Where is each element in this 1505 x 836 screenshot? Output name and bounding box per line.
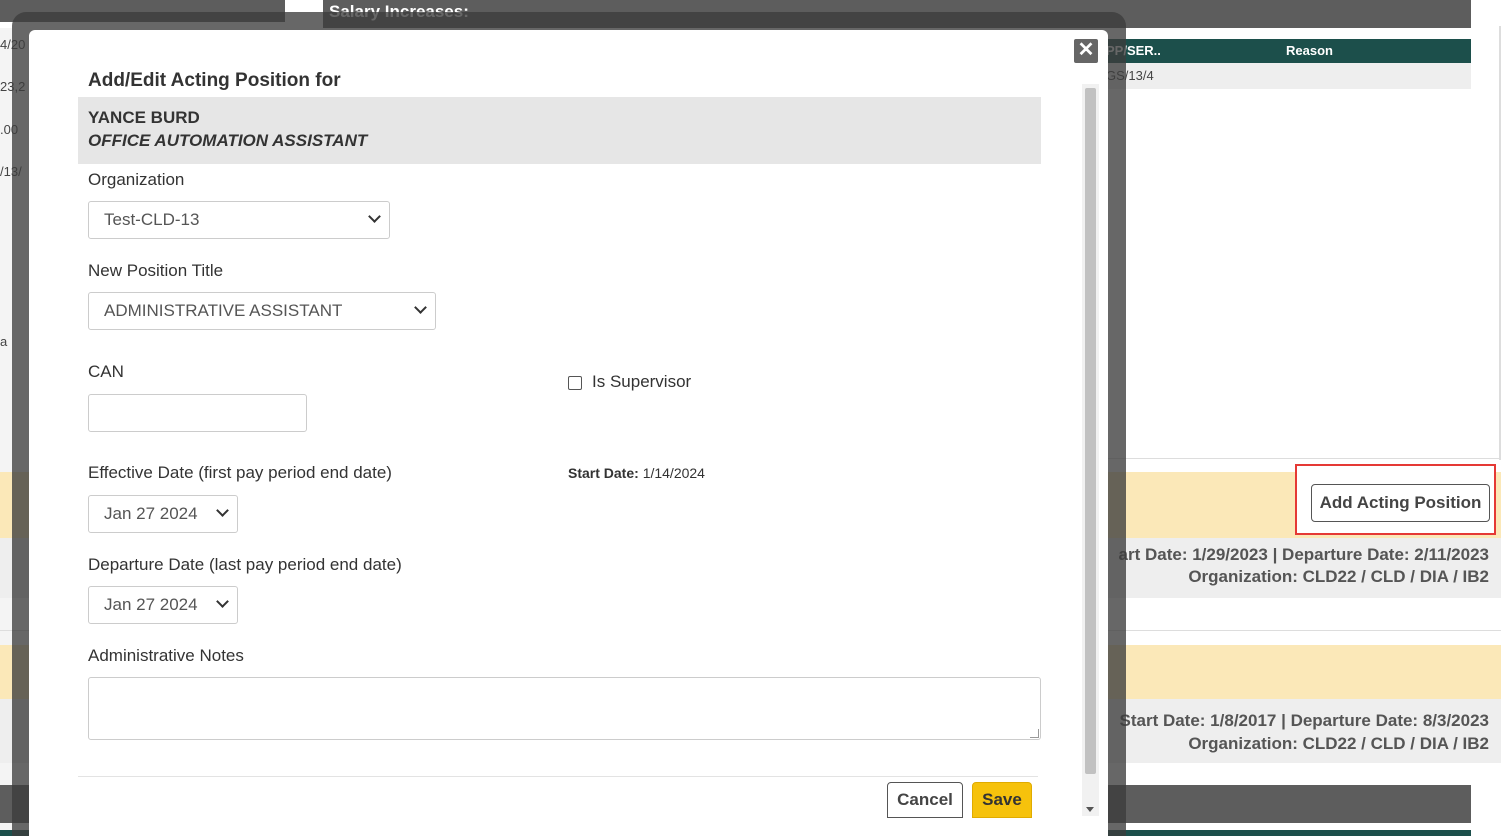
modal-footer-divider (78, 776, 1038, 777)
chevron-down-icon (414, 301, 427, 314)
record-1-organization: Organization: CLD22 / CLD / DIA / IB2 (1188, 567, 1489, 586)
bg-table-row: GS/13/4 (1100, 63, 1471, 89)
start-date-value: 1/14/2024 (642, 465, 705, 481)
start-date-display: Start Date: 1/14/2024 (568, 465, 705, 481)
employee-info-box: YANCE BURD OFFICE AUTOMATION ASSISTANT (78, 97, 1041, 164)
position-title-label: New Position Title (88, 261, 224, 280)
is-supervisor-label: Is Supervisor (592, 372, 692, 391)
acting-position-modal: Add/Edit Acting Position for YANCE BURD … (29, 30, 1108, 836)
organization-value: Test-CLD-13 (104, 210, 200, 229)
can-input[interactable] (88, 394, 307, 432)
col-header-reason: Reason (1286, 43, 1333, 58)
record-2-dates: Start Date: 1/8/2017 | Departure Date: 8… (1119, 711, 1490, 730)
add-acting-position-button[interactable]: Add Acting Position (1311, 484, 1490, 522)
can-label: CAN (88, 362, 124, 381)
employee-title: OFFICE AUTOMATION ASSISTANT (88, 131, 368, 150)
chevron-down-icon (368, 210, 381, 223)
bg-panel-bottom (1100, 458, 1501, 459)
chevron-down-icon (216, 595, 229, 608)
chevron-down-icon (216, 504, 229, 517)
bg-panel-border (1499, 26, 1501, 460)
start-date-label: Start Date: (568, 465, 639, 481)
bg-table-header: PP/SER.. Reason (1100, 39, 1471, 63)
employee-name: YANCE BURD (88, 108, 200, 127)
departure-date-value: Jan 27 2024 (104, 595, 198, 614)
admin-notes-label: Administrative Notes (88, 646, 244, 665)
organization-select[interactable]: Test-CLD-13 (88, 201, 390, 239)
record-1-dates: art Date: 1/29/2023 | Departure Date: 2/… (1118, 545, 1489, 564)
position-title-value: ADMINISTRATIVE ASSISTANT (104, 301, 343, 320)
admin-notes-textarea[interactable] (88, 677, 1041, 740)
save-button[interactable]: Save (972, 782, 1032, 818)
bg-left-fragment: a (0, 334, 8, 349)
departure-date-select[interactable]: Jan 27 2024 (88, 586, 238, 624)
close-icon[interactable]: ✕ (1073, 38, 1099, 64)
cancel-button[interactable]: Cancel (887, 782, 963, 818)
organization-label: Organization (88, 170, 185, 189)
resize-handle-icon[interactable] (1030, 729, 1039, 738)
departure-date-label: Departure Date (last pay period end date… (88, 555, 402, 574)
add-acting-highlight: Add Acting Position (1295, 464, 1496, 535)
modal-title: Add/Edit Acting Position for (88, 70, 341, 91)
is-supervisor-checkbox[interactable] (568, 376, 582, 390)
effective-date-value: Jan 27 2024 (104, 504, 198, 523)
effective-date-select[interactable]: Jan 27 2024 (88, 495, 238, 533)
record-2-organization: Organization: CLD22 / CLD / DIA / IB2 (1188, 734, 1489, 753)
effective-date-label: Effective Date (first pay period end dat… (88, 463, 392, 482)
scroll-down-arrow-icon[interactable] (1086, 807, 1094, 812)
modal-scrollbar[interactable] (1082, 84, 1099, 816)
scrollbar-thumb[interactable] (1085, 88, 1096, 774)
position-title-select[interactable]: ADMINISTRATIVE ASSISTANT (88, 292, 436, 330)
